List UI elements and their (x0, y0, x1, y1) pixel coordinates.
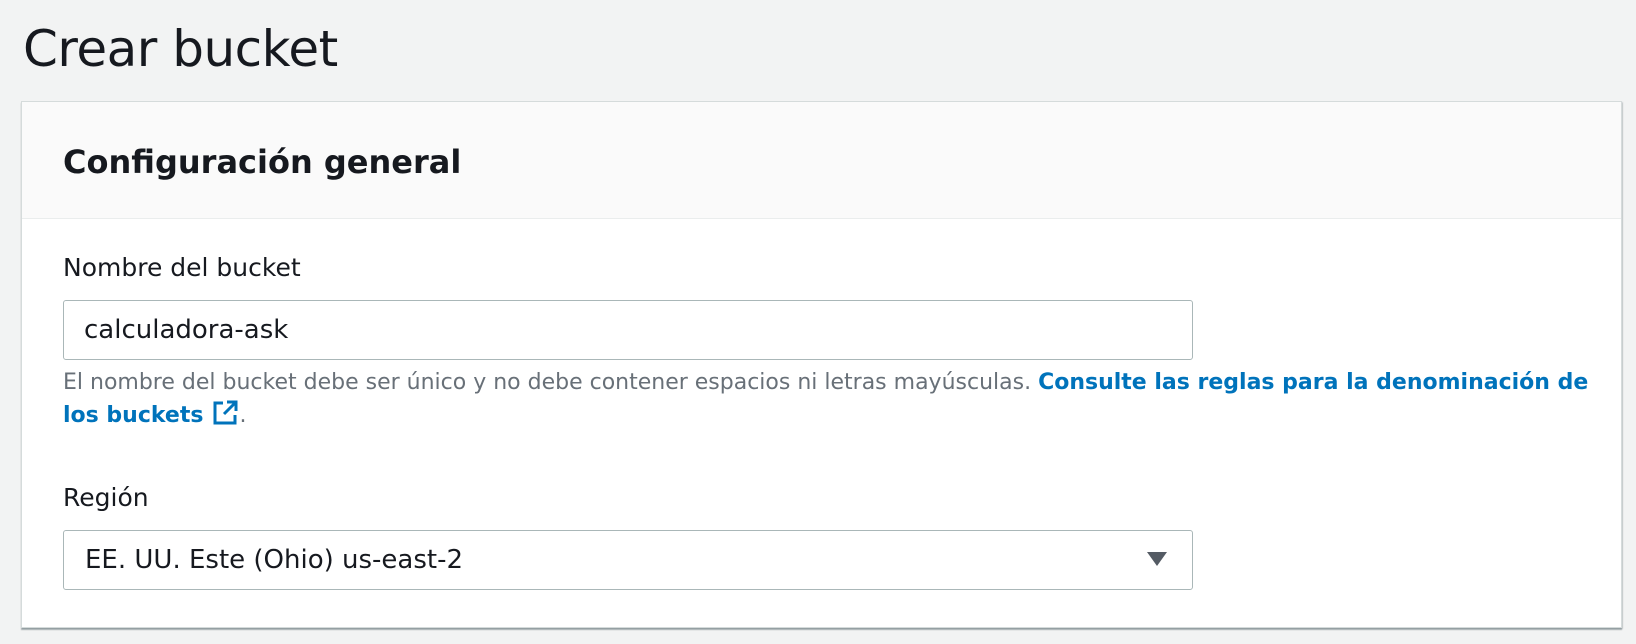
general-config-panel: Configuración general Nombre del bucket … (21, 101, 1622, 628)
page-title: Crear bucket (23, 20, 338, 78)
external-link-icon (213, 400, 238, 425)
panel-heading: Configuración general (63, 143, 462, 181)
description-period: . (239, 403, 247, 428)
bucket-name-help-text: El nombre del bucket debe ser único y no… (63, 370, 1039, 395)
bucket-name-input[interactable] (63, 300, 1193, 360)
create-bucket-page: Crear bucket Configuración general Nombr… (0, 0, 1636, 644)
panel-header: Configuración general (22, 102, 1621, 219)
region-selected-value: EE. UU. Este (Ohio) us-east-2 (85, 545, 464, 575)
bucket-name-label: Nombre del bucket (63, 253, 301, 282)
caret-down-icon (1147, 552, 1167, 566)
region-label: Región (63, 483, 149, 512)
region-select[interactable]: EE. UU. Este (Ohio) us-east-2 (63, 530, 1193, 590)
bucket-name-description: El nombre del bucket debe ser único y no… (63, 367, 1603, 432)
